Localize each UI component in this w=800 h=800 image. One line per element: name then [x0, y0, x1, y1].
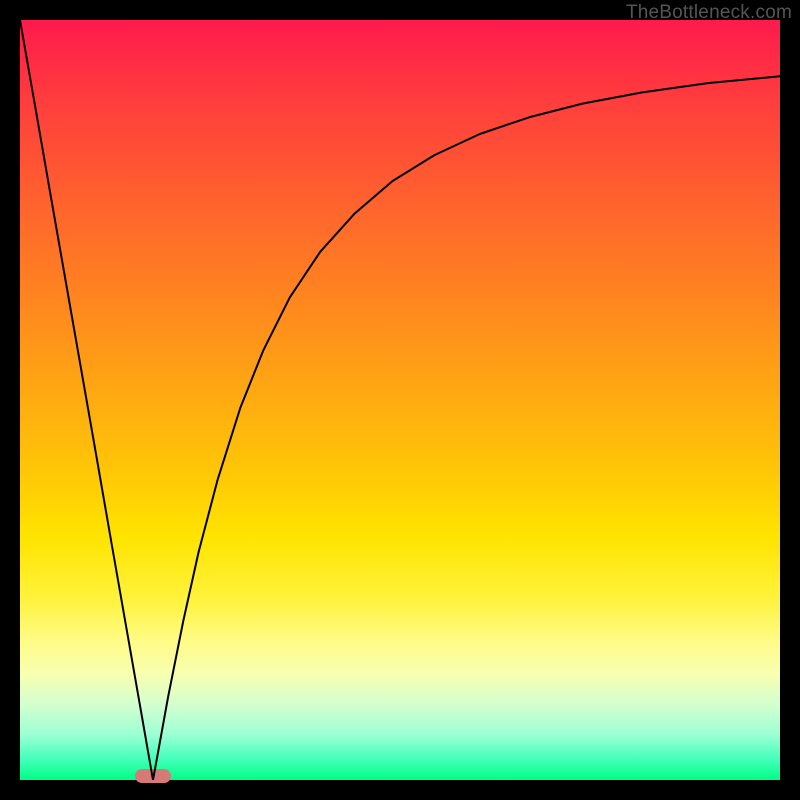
plot-area: [20, 20, 780, 780]
bottleneck-curve: [20, 20, 780, 780]
chart-frame: TheBottleneck.com: [0, 0, 800, 800]
curve-svg: [20, 20, 780, 780]
watermark-text: TheBottleneck.com: [626, 2, 792, 24]
